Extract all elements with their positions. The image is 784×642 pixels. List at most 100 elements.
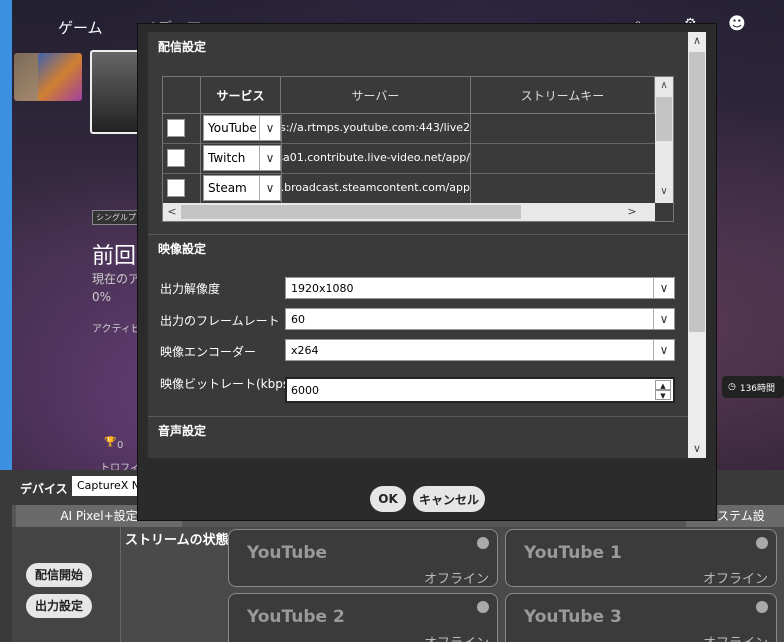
scrollbar-thumb[interactable]: [656, 97, 672, 141]
scroll-left-icon[interactable]: <: [163, 203, 181, 221]
start-stream-button[interactable]: 配信開始: [26, 563, 93, 587]
stream-service-grid: サービス サーバー ストリームキー YouTube ∨ rtmps://a.rt…: [162, 76, 674, 222]
output-settings-dialog: 配信設定 サービス サーバー ストリームキー YouTube ∨ rtmps:/…: [138, 24, 716, 520]
stream-settings-title: 配信設定: [158, 40, 207, 54]
stream-status-label: ストリームの状態: [125, 533, 229, 548]
dialog-vertical-scrollbar[interactable]: ∧ ∨: [688, 32, 706, 458]
divider: [148, 234, 688, 235]
spin-down-icon[interactable]: ▼: [655, 390, 671, 400]
encoder-label: 映像エンコーダー: [160, 345, 257, 359]
clock-icon: ◷: [728, 382, 736, 392]
bitrate-label: 映像ビットレート(kbps): [160, 377, 294, 391]
stream-action-column: 配信開始 出力設定: [12, 527, 121, 642]
grid-header-service: サービス: [201, 77, 281, 113]
audio-settings-title: 音声設定: [158, 424, 207, 438]
status-indicator: [477, 537, 489, 549]
status-indicator: [756, 537, 768, 549]
video-settings-title: 映像設定: [158, 242, 207, 256]
framerate-value: 60: [291, 313, 305, 326]
server-cell[interactable]: rtmps://a.rtmps.youtube.com:443/live2: [281, 113, 471, 143]
stream-name: YouTube: [247, 543, 328, 563]
stream-status: オフライン: [702, 572, 768, 587]
grid-horizontal-scrollbar[interactable]: < >: [163, 203, 655, 221]
scroll-down-icon[interactable]: ∨: [688, 440, 706, 458]
server-cell[interactable]: rtmp://osa01.contribute.live-video.net/a…: [281, 143, 471, 173]
service-select[interactable]: Twitch ∨: [203, 145, 281, 171]
bitrate-value: 6000: [291, 384, 319, 397]
stream-card[interactable]: YouTube 1 オフライン: [505, 529, 777, 587]
scroll-down-icon[interactable]: ∨: [655, 183, 673, 201]
stream-status: オフライン: [423, 572, 489, 587]
stream-name: YouTube 1: [524, 543, 622, 563]
table-row: Twitch ∨ rtmp://osa01.contribute.live-vi…: [163, 143, 655, 174]
scroll-up-icon[interactable]: ∧: [688, 32, 706, 50]
framerate-label: 出力のフレームレート: [160, 314, 280, 328]
chevron-down-icon[interactable]: ∨: [653, 340, 674, 360]
framerate-select[interactable]: 60 ∨: [285, 308, 675, 330]
server-value: rtmp://rtmp.broadcast.steamcontent.com/a…: [281, 181, 470, 194]
nav-game[interactable]: ゲーム: [58, 17, 103, 38]
stream-name: YouTube 3: [524, 607, 622, 627]
grid-header: サービス サーバー ストリームキー: [163, 77, 655, 114]
chevron-down-icon[interactable]: ∨: [653, 278, 674, 298]
table-row: YouTube ∨ rtmps://a.rtmps.youtube.com:44…: [163, 113, 655, 144]
left-edge-strip: [0, 0, 12, 470]
server-value: rtmps://a.rtmps.youtube.com:443/live2: [281, 121, 470, 134]
scrollbar-thumb[interactable]: [689, 52, 705, 332]
service-value: YouTube: [208, 121, 257, 135]
server-value: rtmp://osa01.contribute.live-video.net/a…: [282, 151, 470, 164]
grid-header-server: サーバー: [281, 77, 471, 113]
cancel-button[interactable]: キャンセル: [413, 486, 485, 512]
encoder-select[interactable]: x264 ∨: [285, 339, 675, 361]
checkbox-cell: [163, 143, 201, 173]
row-checkbox[interactable]: [167, 119, 185, 137]
dialog-scroll-content: 配信設定 サービス サーバー ストリームキー YouTube ∨ rtmps:/…: [148, 32, 688, 458]
spin-up-icon[interactable]: ▲: [655, 380, 671, 390]
row-checkbox[interactable]: [167, 179, 185, 197]
progress-value: 0%: [92, 290, 112, 304]
resolution-label: 出力解像度: [160, 282, 221, 296]
checkbox-cell: [163, 113, 201, 143]
bitrate-spinbox[interactable]: 6000 ▲ ▼: [285, 377, 675, 403]
checkbox-cell: [163, 173, 201, 203]
server-cell[interactable]: rtmp://rtmp.broadcast.steamcontent.com/a…: [281, 173, 471, 203]
stream-card[interactable]: YouTube オフライン: [228, 529, 498, 587]
resolution-value: 1920x1080: [291, 282, 354, 295]
playtime-value: 136時間: [739, 383, 776, 394]
table-row: Steam ∨ rtmp://rtmp.broadcast.steamconte…: [163, 173, 655, 204]
stream-card[interactable]: YouTube 2 オフライン: [228, 593, 498, 642]
output-settings-button[interactable]: 出力設定: [26, 594, 93, 618]
chevron-down-icon[interactable]: ∨: [259, 176, 280, 200]
chevron-down-icon[interactable]: ∨: [259, 146, 280, 170]
grid-header-stream-key: ストリームキー: [471, 77, 655, 113]
service-select[interactable]: YouTube ∨: [203, 115, 281, 141]
status-indicator: [477, 601, 489, 613]
avatar-icon[interactable]: ☻: [728, 14, 746, 34]
resolution-select[interactable]: 1920x1080 ∨: [285, 277, 675, 299]
activity-label: アクティビ: [92, 324, 141, 335]
grid-header-checkbox: [163, 77, 201, 113]
service-value: Steam: [208, 181, 247, 195]
playtime-badge: ◷ 136時間: [722, 376, 784, 398]
ok-button[interactable]: OK: [370, 486, 406, 512]
chevron-down-icon[interactable]: ∨: [259, 116, 280, 140]
chevron-down-icon[interactable]: ∨: [653, 309, 674, 329]
row-checkbox[interactable]: [167, 149, 185, 167]
service-value: Twitch: [208, 151, 246, 165]
spin-buttons: ▲ ▼: [655, 380, 671, 400]
scroll-right-icon[interactable]: >: [623, 203, 641, 221]
stream-status: オフライン: [424, 632, 489, 642]
stream-name: YouTube 2: [247, 607, 345, 627]
scrollbar-thumb[interactable]: [181, 205, 521, 219]
trophy-icon: 🏆: [104, 437, 117, 448]
game-thumbnail[interactable]: [38, 53, 82, 101]
progress-label: 現在のア: [92, 272, 141, 286]
stream-card[interactable]: YouTube 3 オフライン: [505, 593, 777, 642]
service-select[interactable]: Steam ∨: [203, 175, 281, 201]
status-indicator: [756, 601, 768, 613]
stream-status: オフライン: [703, 632, 768, 642]
encoder-value: x264: [291, 344, 319, 357]
grid-vertical-scrollbar[interactable]: ∧ ∨: [655, 77, 673, 203]
device-label: デバイス: [20, 482, 68, 496]
scroll-up-icon[interactable]: ∧: [655, 77, 673, 95]
